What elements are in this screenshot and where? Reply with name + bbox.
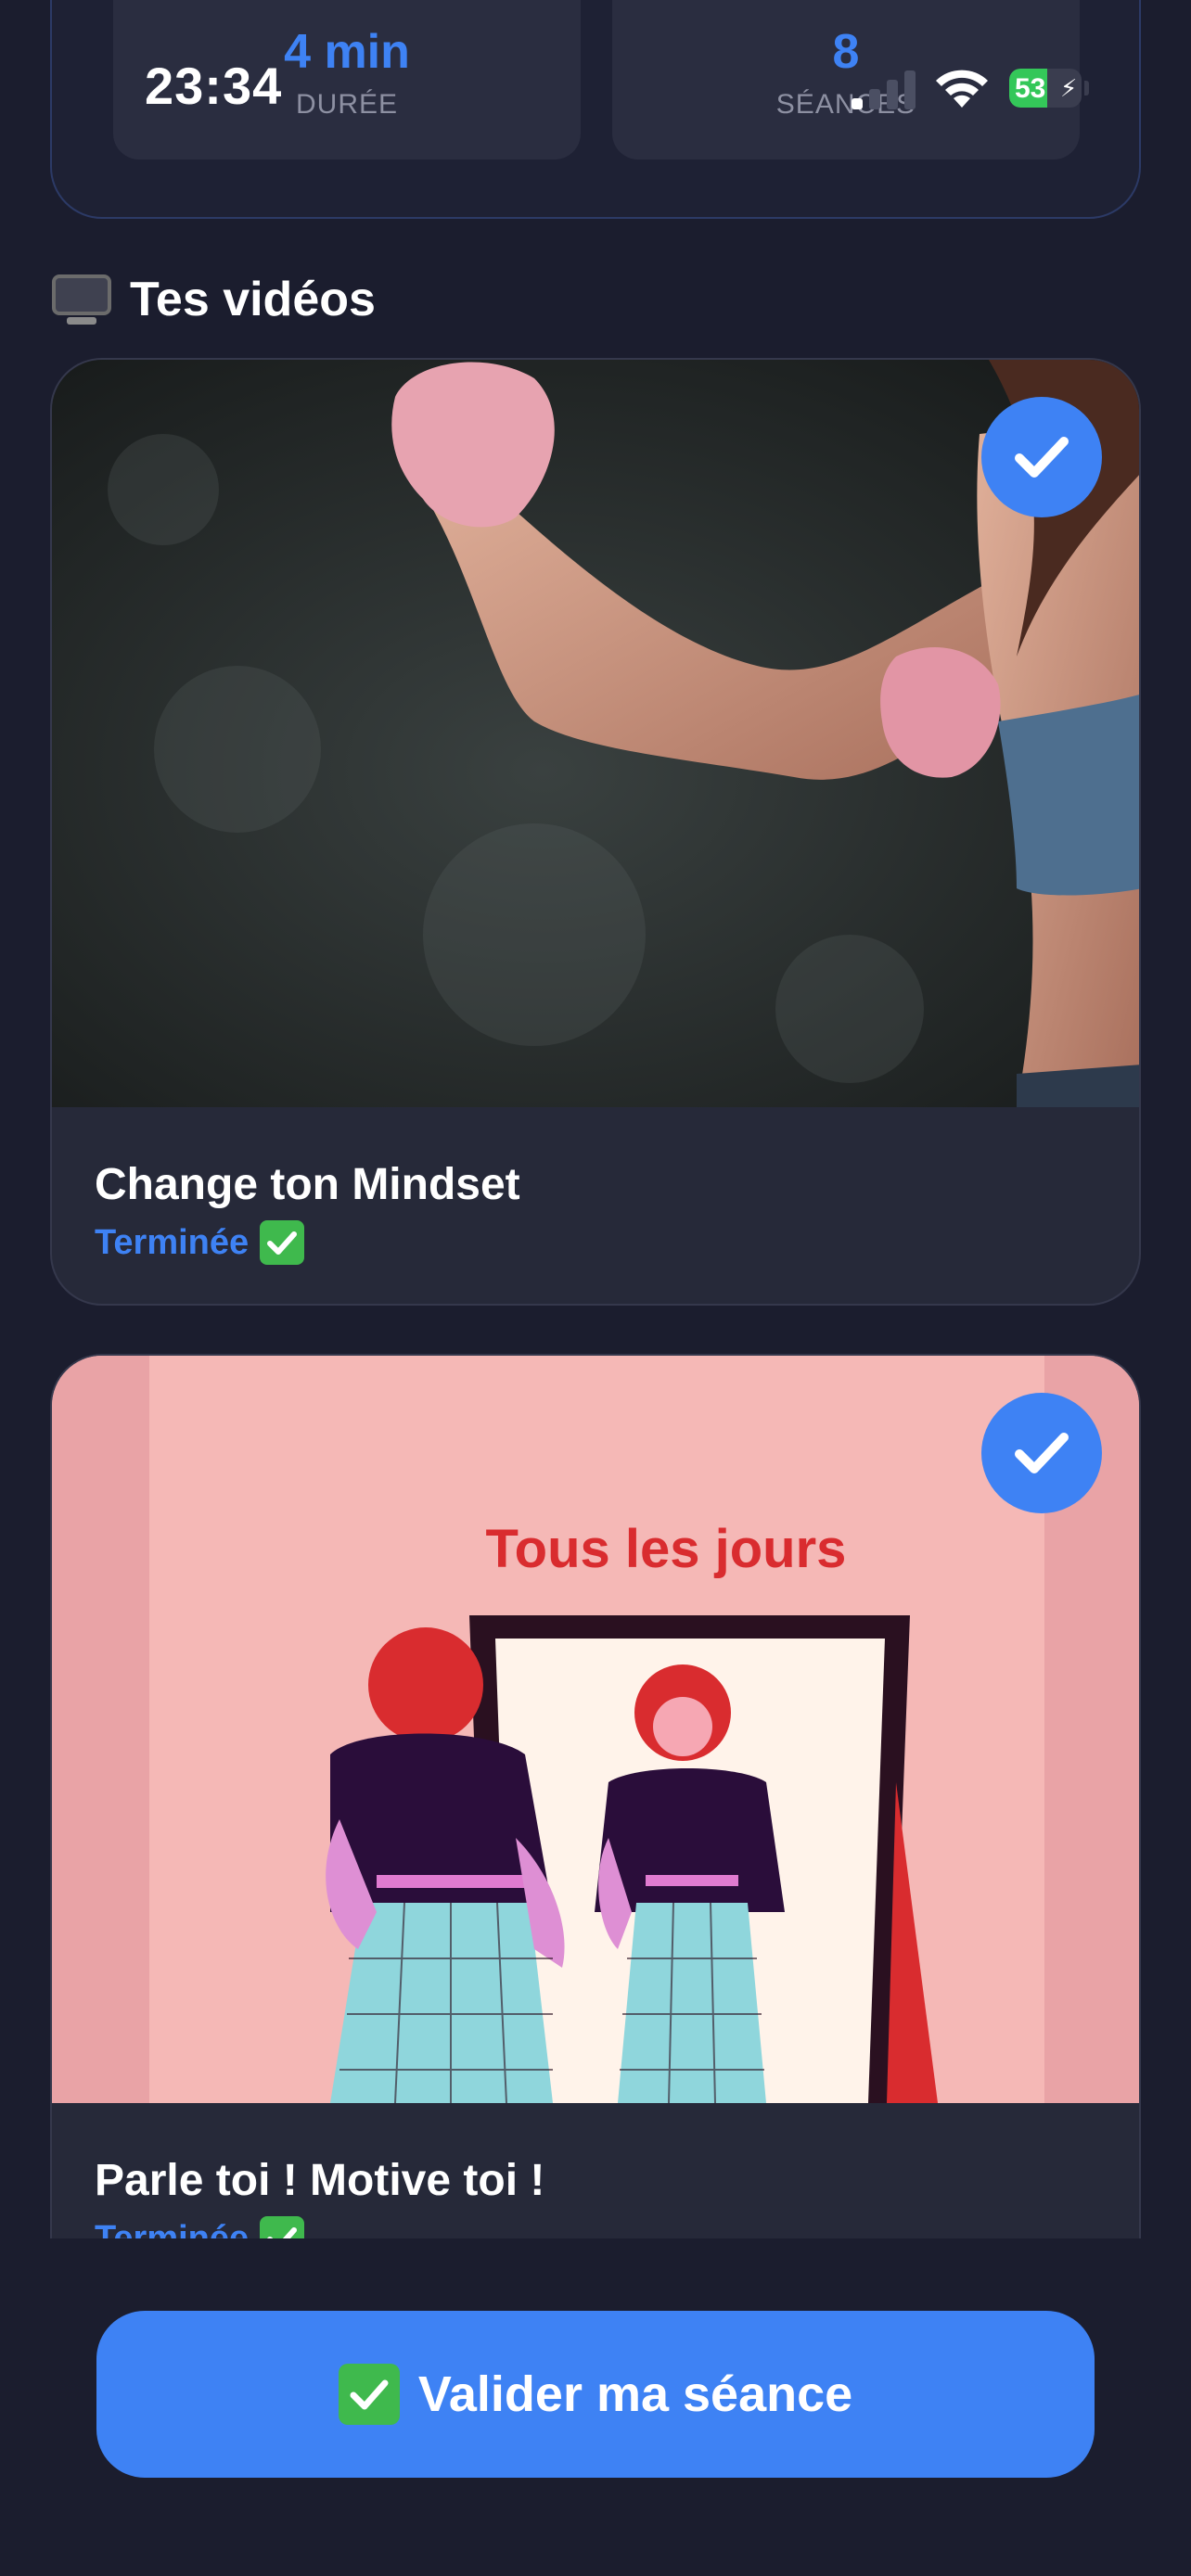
video-status-label: Terminée (95, 1222, 250, 1262)
session-screen: 4 min DURÉE 8 SÉANCES 23:34 53 ⚡ Tes vid… (0, 0, 1191, 2576)
battery-charging-icon: 53 ⚡ (1009, 69, 1089, 108)
video-card-motive[interactable]: Tous les jours Parle toi ! Motive toi ! … (50, 1354, 1141, 2281)
status-bar: 23:34 53 ⚡ (0, 0, 1191, 176)
videos-section-title: Tes vidéos (130, 273, 376, 326)
thumbnail-caption: Tous les jours (486, 1519, 847, 1579)
videos-section-header: Tes vidéos (50, 269, 376, 330)
video-title: Change ton Mindset (95, 1160, 520, 1209)
validate-session-button[interactable]: Valider ma séance (96, 2311, 1095, 2478)
green-checkmark-icon (338, 2364, 400, 2425)
video-title: Parle toi ! Motive toi ! (95, 2156, 545, 2205)
video-thumbnail-boxing[interactable] (52, 360, 1139, 1107)
validate-session-label: Valider ma séance (417, 2366, 853, 2422)
tv-icon (50, 273, 113, 326)
battery-percent: 53 (1015, 73, 1046, 104)
green-checkmark-icon (260, 1220, 305, 1265)
bolt-icon: ⚡ (1060, 74, 1078, 102)
completed-check-icon (981, 1393, 1102, 1513)
completed-check-icon (981, 397, 1102, 517)
video-card-mindset[interactable]: Change ton Mindset Terminée (50, 358, 1141, 1306)
video-status: Terminée (95, 1220, 305, 1265)
video-thumbnail-mirror[interactable]: Tous les jours (52, 1356, 1139, 2103)
wifi-icon (936, 70, 988, 108)
signal-icon (852, 67, 916, 109)
status-time: 23:34 (145, 57, 283, 115)
